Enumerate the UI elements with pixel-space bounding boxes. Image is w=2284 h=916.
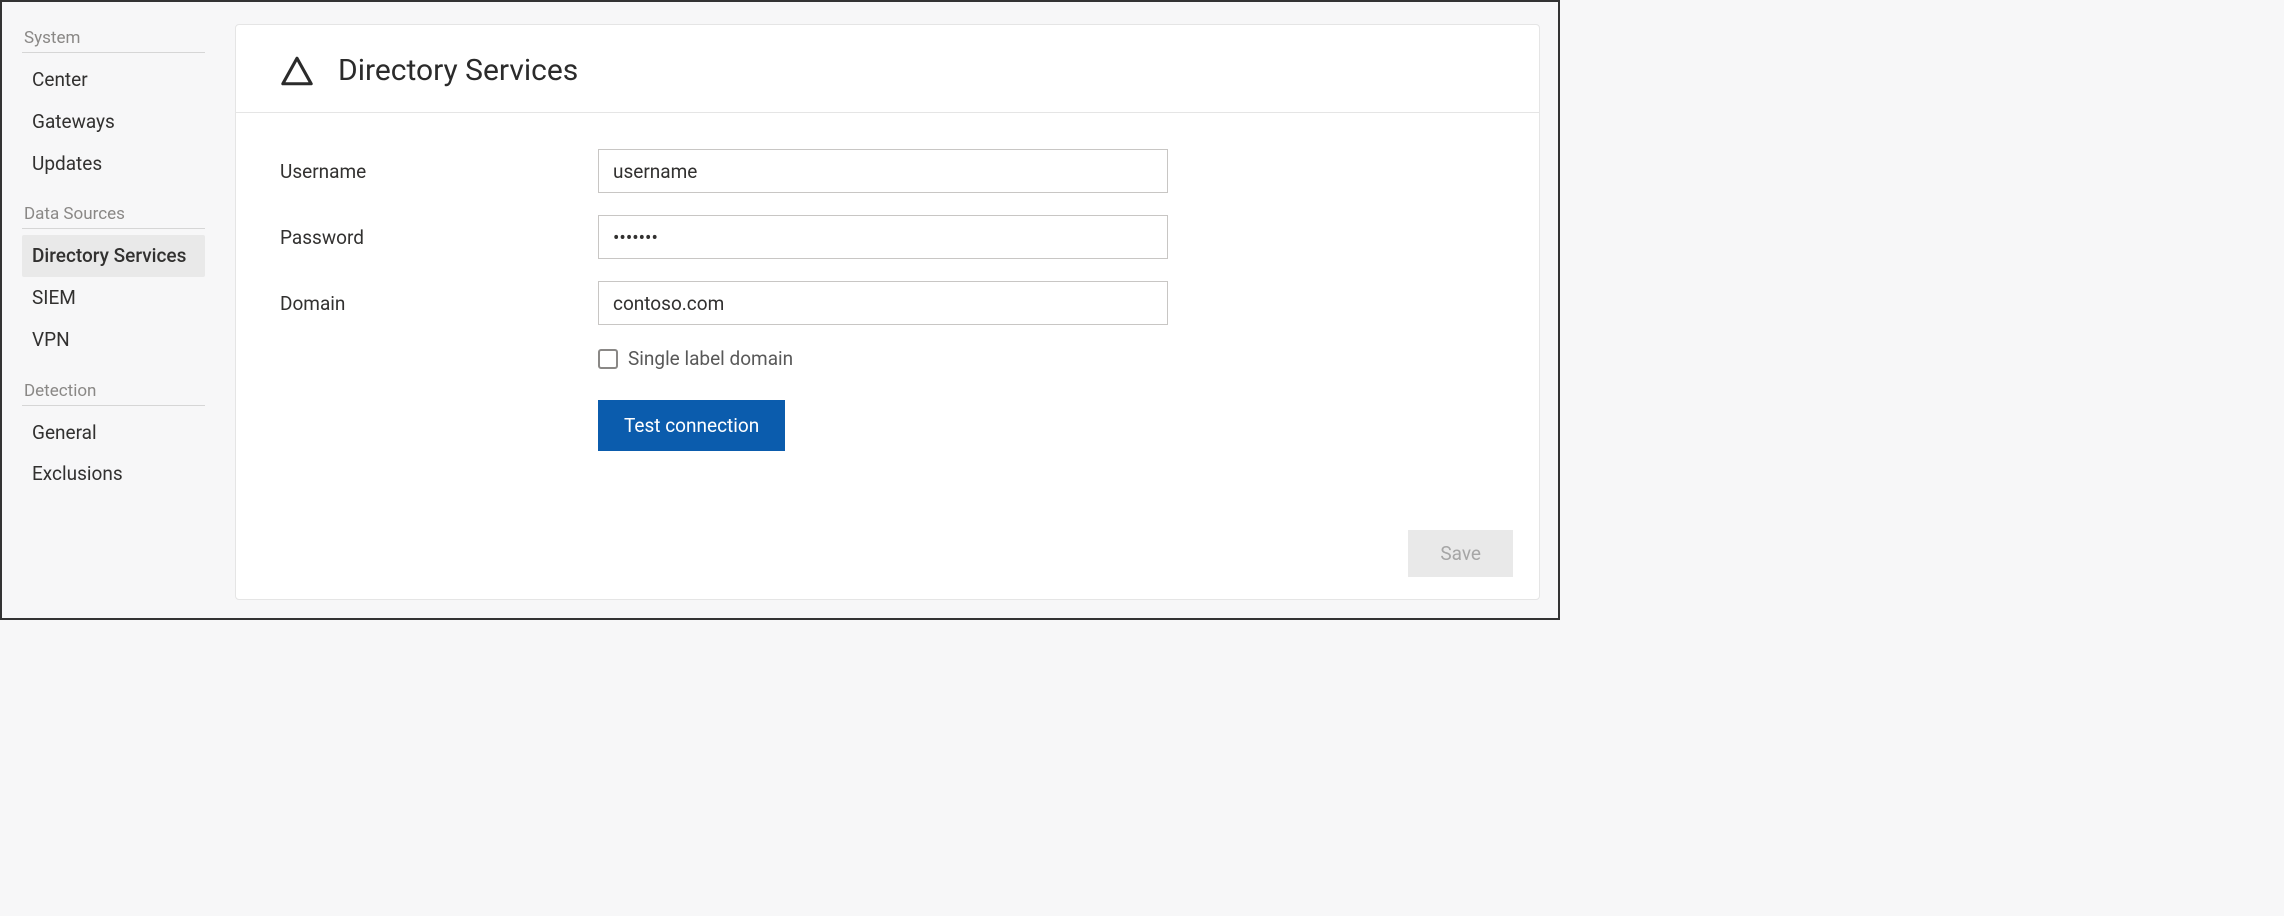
sidebar-item-directory-services[interactable]: Directory Services (22, 235, 205, 277)
form-row-domain: Domain (280, 281, 1495, 325)
settings-card: Directory Services Username Password Dom… (235, 24, 1540, 600)
sidebar-item-vpn[interactable]: VPN (22, 319, 205, 361)
single-label-domain-label: Single label domain (628, 347, 793, 370)
test-connection-button[interactable]: Test connection (598, 400, 785, 451)
password-input[interactable] (598, 215, 1168, 259)
sidebar-item-updates[interactable]: Updates (22, 143, 205, 185)
single-label-domain-checkbox[interactable] (598, 349, 618, 369)
card-header: Directory Services (236, 25, 1539, 113)
sidebar-item-siem[interactable]: SIEM (22, 277, 205, 319)
card-body: Username Password Domain Single label do… (236, 113, 1539, 599)
page-title: Directory Services (338, 53, 578, 88)
username-input[interactable] (598, 149, 1168, 193)
sidebar-section-data-sources: Data Sources Directory Services SIEM VPN (22, 198, 205, 360)
save-button[interactable]: Save (1408, 530, 1513, 577)
form-row-username: Username (280, 149, 1495, 193)
app-frame: System Center Gateways Updates Data Sour… (0, 0, 1560, 620)
domain-input[interactable] (598, 281, 1168, 325)
sidebar-section-detection: Detection General Exclusions (22, 375, 205, 496)
sidebar-section-title: System (22, 22, 205, 53)
single-label-domain-row: Single label domain (598, 347, 1495, 370)
main-panel: Directory Services Username Password Dom… (217, 2, 1558, 618)
sidebar-section-title: Detection (22, 375, 205, 406)
sidebar-item-exclusions[interactable]: Exclusions (22, 453, 205, 495)
sidebar-item-gateways[interactable]: Gateways (22, 101, 205, 143)
password-label: Password (280, 226, 598, 249)
sidebar-section-system: System Center Gateways Updates (22, 22, 205, 184)
warning-triangle-icon (280, 54, 314, 88)
sidebar-item-center[interactable]: Center (22, 59, 205, 101)
form-row-password: Password (280, 215, 1495, 259)
button-row: Test connection (598, 400, 1495, 451)
sidebar-section-title: Data Sources (22, 198, 205, 229)
sidebar: System Center Gateways Updates Data Sour… (2, 2, 217, 618)
domain-label: Domain (280, 292, 598, 315)
sidebar-item-general[interactable]: General (22, 412, 205, 454)
username-label: Username (280, 160, 598, 183)
